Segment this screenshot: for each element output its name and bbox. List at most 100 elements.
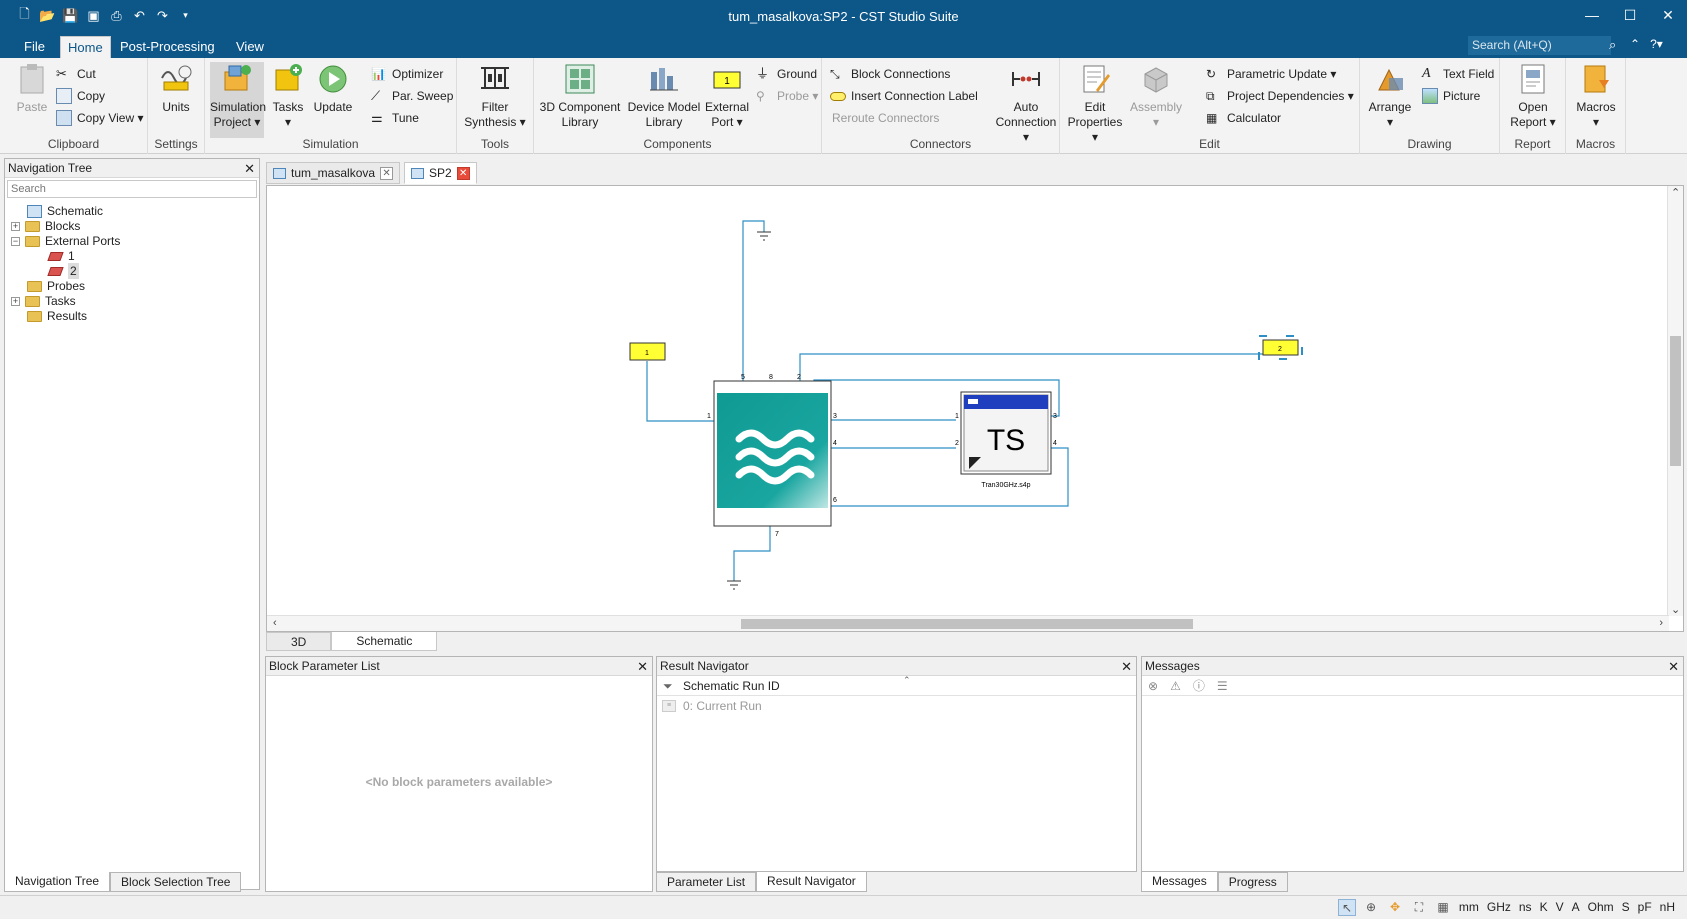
close-icon[interactable]: ✕ <box>1668 657 1679 676</box>
tab-post-processing[interactable]: Post-Processing <box>113 36 222 58</box>
tab-result-navigator[interactable]: Result Navigator <box>756 872 867 892</box>
scroll-left-icon[interactable]: ‹ <box>273 617 277 629</box>
text-field-button[interactable]: A Text Field <box>1422 64 1494 84</box>
ground-button[interactable]: ⏚ Ground <box>756 64 817 84</box>
collapse-icon[interactable]: − <box>11 236 20 246</box>
project-dependencies-button[interactable]: ⧉ Project Dependencies ▾ <box>1206 86 1354 106</box>
3d-component-library-button[interactable]: 3D Component Library <box>538 62 622 130</box>
maximize-icon[interactable]: ☐ <box>1611 0 1649 30</box>
zoom-icon[interactable]: ⊕ <box>1362 899 1380 916</box>
units-display[interactable]: mm GHz ns K V A Ohm S pF nH <box>1459 900 1675 914</box>
edit-properties-button[interactable]: Edit Properties ▾ <box>1064 62 1126 145</box>
cut-button[interactable]: ✂ Cut <box>56 64 96 84</box>
clear-messages-icon[interactable]: ☰ <box>1217 679 1228 693</box>
result-row[interactable]: ≡ 0: Current Run <box>657 696 1136 716</box>
block-connections-button[interactable]: ⤡ Block Connections <box>830 64 950 84</box>
help-icon[interactable]: ?▾ <box>1650 37 1663 51</box>
info-filter-icon[interactable]: ⓘ <box>1193 677 1205 694</box>
expand-icon[interactable]: + <box>11 221 20 231</box>
close-icon[interactable]: ✕ <box>637 657 648 676</box>
warning-filter-icon[interactable]: ⚠ <box>1170 679 1181 693</box>
pan-icon[interactable]: ✥ <box>1386 899 1404 916</box>
tab-progress[interactable]: Progress <box>1217 872 1288 892</box>
close-icon[interactable]: ✕ <box>1121 657 1132 676</box>
schematic-canvas[interactable]: 1 2 1 5 8 2 3 4 6 7 TS Tran30GHz.s4p 1 2… <box>266 185 1684 632</box>
ts-block[interactable]: TS Tran30GHz.s4p 1 2 3 4 <box>955 391 1057 489</box>
collapse-ribbon-icon[interactable]: ⌃ <box>1630 37 1640 51</box>
parametric-update-button[interactable]: ↻ Parametric Update ▾ <box>1206 64 1336 84</box>
window-controls: — ☐ ✕ <box>1573 0 1687 30</box>
external-port-2[interactable]: 2 <box>1258 335 1303 360</box>
close-tab-icon[interactable]: ✕ <box>456 166 470 180</box>
scroll-down-icon[interactable]: ⌄ <box>1671 603 1680 616</box>
picture-button[interactable]: Picture <box>1422 86 1480 106</box>
tree-node-port-2[interactable]: 2 <box>47 263 79 279</box>
open-report-button[interactable]: Open Report ▾ <box>1506 62 1560 130</box>
error-filter-icon[interactable]: ⊗ <box>1148 679 1158 693</box>
ground-top-icon[interactable] <box>757 231 771 241</box>
tree-node-results[interactable]: Results <box>27 308 87 324</box>
horizontal-scrollbar[interactable]: ‹ › <box>267 615 1669 631</box>
tree-node-probes[interactable]: Probes <box>27 278 85 294</box>
copy-view-button[interactable]: Copy View ▾ <box>56 108 144 128</box>
tab-view[interactable]: View <box>229 36 271 58</box>
calculator-button[interactable]: ▦ Calculator <box>1206 108 1281 128</box>
units-button[interactable]: Units <box>156 62 196 115</box>
external-port-button[interactable]: 1 External Port ▾ <box>704 62 750 130</box>
probe-button[interactable]: ⚲ Probe ▾ <box>756 86 818 106</box>
filter-synthesis-button[interactable]: Filter Synthesis ▾ <box>463 62 527 130</box>
ground-bottom-icon[interactable] <box>727 580 741 590</box>
vertical-scroll-thumb[interactable] <box>1670 336 1681 466</box>
tab-navigation-tree[interactable]: Navigation Tree <box>4 872 111 892</box>
fit-view-icon[interactable]: ⛶ <box>1410 899 1428 916</box>
search-icon[interactable]: ⌕ <box>1609 37 1616 53</box>
tasks-button[interactable]: Tasks ▾ <box>269 62 307 130</box>
arrange-button[interactable]: Arrange ▾ <box>1364 62 1416 130</box>
expand-icon[interactable]: + <box>11 296 20 306</box>
tab-messages[interactable]: Messages <box>1141 872 1218 892</box>
result-navigator-column-header[interactable]: ⏷ Schematic Run ID ⌃ <box>657 675 1136 696</box>
schematic-drawing[interactable]: 1 2 1 5 8 2 3 4 6 7 TS Tran30GHz.s4p 1 2… <box>267 186 1667 616</box>
horizontal-scroll-thumb[interactable] <box>741 619 1193 629</box>
external-port-1[interactable]: 1 <box>629 342 666 361</box>
tree-node-port-1[interactable]: 1 <box>47 248 75 264</box>
doc-tab-tum-masalkova[interactable]: tum_masalkova ✕ <box>266 162 401 184</box>
update-button[interactable]: Update <box>311 62 355 115</box>
insert-connection-label-button[interactable]: Insert Connection Label <box>830 86 978 106</box>
tab-home[interactable]: Home <box>60 36 111 58</box>
macros-button[interactable]: Macros ▾ <box>1572 62 1620 130</box>
tab-parameter-list[interactable]: Parameter List <box>656 872 757 892</box>
paste-button[interactable]: Paste <box>14 62 50 115</box>
tab-block-selection-tree[interactable]: Block Selection Tree <box>110 872 242 892</box>
filter-icon[interactable]: ⏷ <box>663 676 673 696</box>
vertical-scrollbar[interactable]: ⌃ ⌄ <box>1667 186 1683 616</box>
scroll-up-icon[interactable]: ⌃ <box>1671 186 1680 199</box>
close-icon[interactable]: ✕ <box>1649 0 1687 30</box>
tab-file[interactable]: File <box>17 36 52 58</box>
navigation-search-input[interactable]: Search <box>7 180 257 198</box>
simulation-project-button[interactable]: Simulation Project ▾ <box>210 62 266 138</box>
device-model-library-button[interactable]: Device Model Library <box>624 62 704 130</box>
copy-button[interactable]: Copy <box>56 86 105 106</box>
par-sweep-button[interactable]: ⟋ Par. Sweep <box>371 86 453 106</box>
tree-node-external-ports[interactable]: − External Ports <box>11 233 120 249</box>
doc-tab-sp2[interactable]: SP2 ✕ <box>404 162 477 184</box>
tab-3d[interactable]: 3D <box>266 632 332 651</box>
reroute-connectors-button[interactable]: Reroute Connectors <box>832 108 939 128</box>
close-tab-icon[interactable]: ✕ <box>380 166 394 180</box>
assembly-button[interactable]: Assembly ▾ <box>1126 62 1186 130</box>
select-pointer-icon[interactable]: ↖ <box>1338 899 1356 916</box>
close-icon[interactable]: ✕ <box>244 159 255 178</box>
tree-node-blocks[interactable]: + Blocks <box>11 218 80 234</box>
ribbon-search-input[interactable]: Search (Alt+Q) <box>1468 36 1611 55</box>
tab-schematic[interactable]: Schematic <box>331 632 438 651</box>
auto-connection-button[interactable]: Auto Connection ▾ <box>994 62 1058 145</box>
scroll-right-icon[interactable]: › <box>1659 617 1663 629</box>
tree-node-tasks[interactable]: + Tasks <box>11 293 76 309</box>
tree-node-schematic[interactable]: Schematic <box>27 203 103 219</box>
minimize-icon[interactable]: — <box>1573 0 1611 30</box>
filter-block[interactable]: 1 5 8 2 3 4 6 7 <box>707 374 837 538</box>
optimizer-button[interactable]: 📊 Optimizer <box>371 64 443 84</box>
tune-button[interactable]: ⚌ Tune <box>371 108 419 128</box>
units-settings-icon[interactable]: ▦ <box>1434 899 1452 916</box>
